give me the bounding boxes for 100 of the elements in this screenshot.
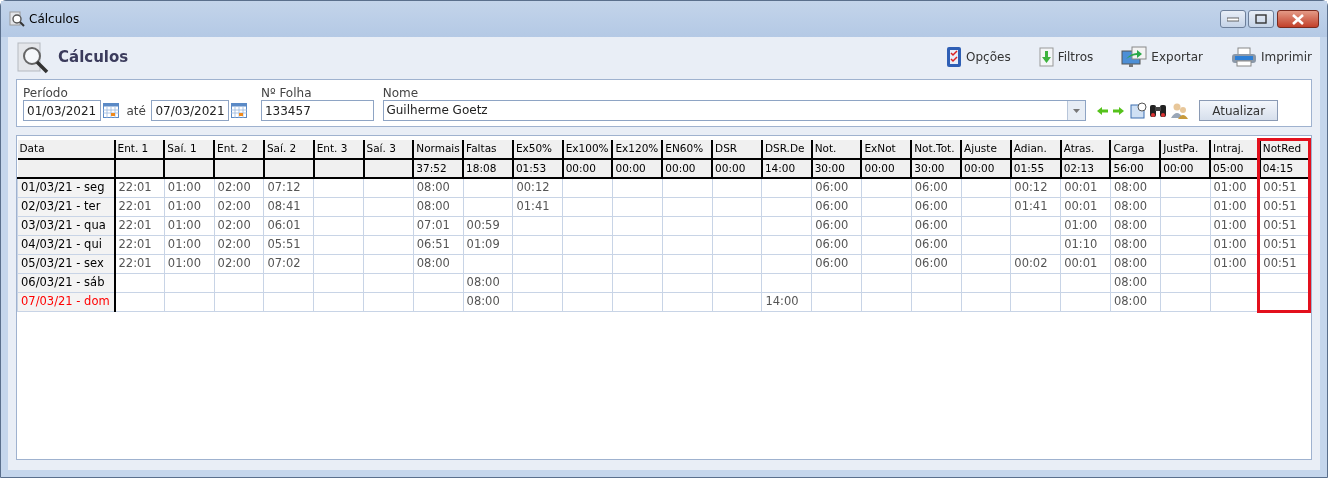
- field-label: Nº Folha: [260, 85, 313, 100]
- right-arrow-icon[interactable]: [1113, 106, 1125, 115]
- toolbar-button[interactable]: Imprimir: [1230, 46, 1312, 68]
- table-cell: 08:00: [413, 178, 464, 197]
- table-cell: 06:00: [911, 254, 962, 273]
- table-cell: 08:00: [1110, 254, 1161, 273]
- minimize-icon: [1226, 16, 1239, 22]
- column-header[interactable]: Normais: [413, 140, 464, 159]
- field-label: Nome: [382, 85, 420, 100]
- column-header[interactable]: Ex120%: [612, 140, 663, 159]
- left-arrow-icon[interactable]: [1096, 106, 1108, 115]
- toolbar-button[interactable]: Exportar: [1121, 46, 1203, 68]
- table-cell: 06:01: [263, 216, 314, 235]
- table-cell: 01:10: [1060, 235, 1111, 254]
- checklist-icon: [946, 46, 963, 68]
- table-cell: 01:00: [164, 216, 215, 235]
- table-cell: 00:59: [463, 216, 513, 235]
- table-cell: 22:01: [114, 254, 165, 273]
- table-cell: 08:00: [463, 273, 513, 292]
- table-cell: 01:00: [164, 254, 215, 273]
- table-cell: 08:00: [1110, 292, 1161, 311]
- column-header[interactable]: Ex50%: [512, 140, 563, 159]
- column-header[interactable]: Ajuste: [961, 140, 1011, 159]
- table-cell: 06:00: [811, 216, 862, 235]
- start-date-field[interactable]: 01/03/2021: [23, 100, 101, 121]
- toolbar-button[interactable]: Filtros: [1038, 46, 1094, 68]
- printer-icon: [1230, 47, 1257, 67]
- table-cell: 08:00: [413, 254, 464, 273]
- maximize-icon: [1255, 14, 1268, 24]
- table-cell: 22:01: [114, 216, 165, 235]
- column-header[interactable]: DSR.De: [761, 140, 812, 159]
- column-header[interactable]: Ex100%: [562, 140, 613, 159]
- table-cell: 06:00: [811, 178, 862, 197]
- column-header[interactable]: Not.Tot.: [911, 140, 962, 159]
- table-cell: 02:00: [214, 235, 264, 254]
- table-cell: 06:00: [911, 216, 962, 235]
- column-header[interactable]: Ent. 3: [313, 140, 364, 159]
- column-header[interactable]: Carga: [1110, 140, 1161, 159]
- table-cell: 22:01: [114, 197, 165, 216]
- column-header[interactable]: Not.: [811, 140, 862, 159]
- table-cell: 06:00: [811, 235, 862, 254]
- refresh-button[interactable]: Atualizar: [1199, 100, 1279, 121]
- column-header[interactable]: Adian.: [1010, 140, 1061, 159]
- table-cell: 07:12: [263, 178, 314, 197]
- table-cell: 00:12: [512, 178, 563, 197]
- table-cell: 06:00: [911, 197, 962, 216]
- binoculars-icon[interactable]: [1149, 103, 1168, 118]
- table-cell: 07:01: [413, 216, 464, 235]
- column-header[interactable]: Ent. 1: [114, 140, 165, 159]
- column-header[interactable]: JustPa.: [1160, 140, 1211, 159]
- table-cell: 01:00: [164, 178, 215, 197]
- table-cell: 06:00: [811, 254, 862, 273]
- table-cell: 01:00: [1060, 216, 1111, 235]
- column-header[interactable]: Data: [17, 140, 115, 159]
- column-header[interactable]: Saí. 3: [363, 140, 414, 159]
- table-cell: 01:00: [164, 197, 215, 216]
- sheet-number-field[interactable]: 133457: [260, 100, 374, 121]
- end-date-field[interactable]: 07/03/2021: [151, 100, 230, 121]
- table-cell: 08:00: [1110, 235, 1161, 254]
- table-cell: 06:00: [911, 235, 962, 254]
- table-cell: 01:41: [512, 197, 563, 216]
- close-icon: [1291, 13, 1305, 25]
- caret-icon: [1072, 108, 1080, 113]
- table-cell: 02:00: [214, 197, 264, 216]
- calendar-icon[interactable]: [103, 102, 119, 118]
- table-cell: 00:01: [1060, 178, 1111, 197]
- table-cell: 08:00: [463, 292, 513, 311]
- table-cell: 08:00: [1110, 273, 1161, 292]
- table-cell: 08:00: [1110, 197, 1161, 216]
- maximize-button[interactable]: [1248, 10, 1275, 28]
- table-cell: 22:01: [114, 178, 165, 197]
- table-cell: 00:01: [1060, 197, 1111, 216]
- minimize-button[interactable]: [1219, 10, 1246, 28]
- column-header[interactable]: Intraj.: [1210, 140, 1260, 159]
- column-header[interactable]: DSR: [712, 140, 762, 159]
- table-cell: 06:00: [811, 197, 862, 216]
- column-header[interactable]: Saí. 2: [263, 140, 314, 159]
- table-cell: 00:01: [1060, 254, 1111, 273]
- table-cell: 01:41: [1010, 197, 1061, 216]
- table-cell: 02:00: [214, 254, 264, 273]
- report-search-icon: [9, 10, 25, 27]
- table-cell: 14:00: [761, 292, 812, 311]
- table-cell: 05:51: [263, 235, 314, 254]
- name-dropdown[interactable]: Guilherme Goetz: [382, 100, 1086, 121]
- table-cell: 07:02: [263, 254, 314, 273]
- table-cell: 02:00: [214, 216, 264, 235]
- page-title: Cálculos: [58, 46, 129, 68]
- table-cell: 08:00: [1110, 216, 1161, 235]
- column-header[interactable]: ExNot: [861, 140, 912, 159]
- column-header[interactable]: Ent. 2: [214, 140, 264, 159]
- column-header[interactable]: EN60%: [662, 140, 713, 159]
- toolbar-button[interactable]: Opções: [946, 46, 1011, 68]
- table-cell: 06:51: [413, 235, 464, 254]
- close-button[interactable]: [1277, 10, 1319, 28]
- field-label: Período: [23, 85, 69, 100]
- column-header[interactable]: Atras.: [1060, 140, 1111, 159]
- calendar-icon[interactable]: [231, 102, 248, 118]
- column-header[interactable]: Saí. 1: [164, 140, 215, 159]
- calendar-clock-icon[interactable]: [1129, 102, 1147, 119]
- column-header[interactable]: Faltas: [463, 140, 513, 159]
